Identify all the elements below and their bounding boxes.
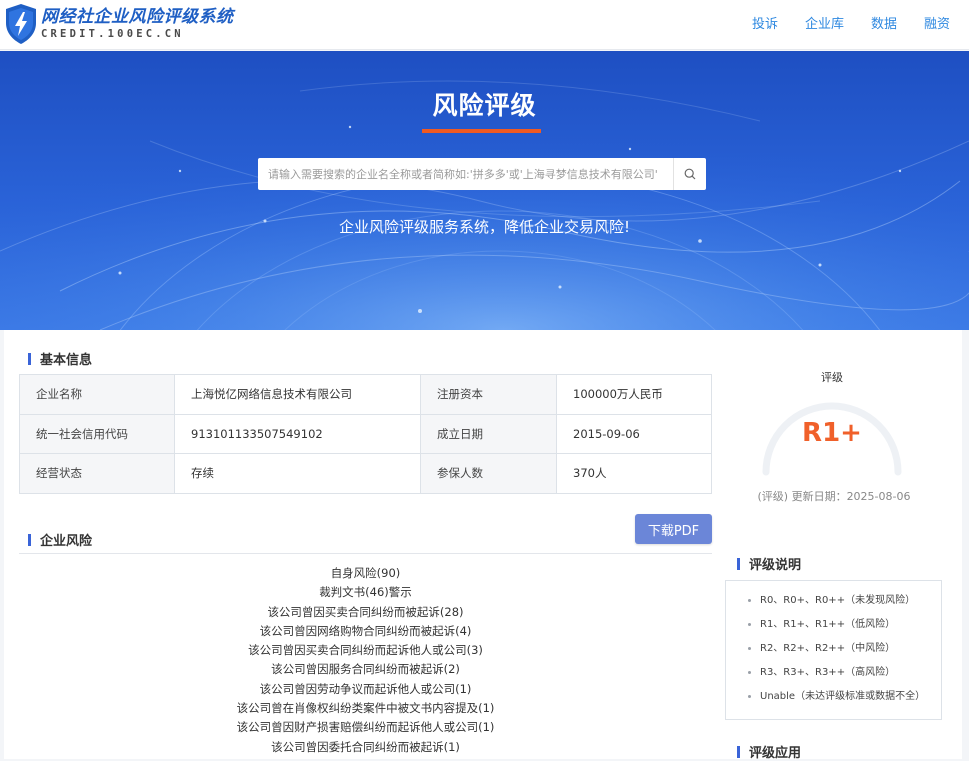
legend-item-label: R2、R2+、R2++（中风险）: [760, 643, 896, 654]
hero-subtitle: 企业风险评级服务系统，降低企业交易风险!: [338, 218, 630, 236]
risk-item[interactable]: 该公司曾在肖像权纠纷类案件中被文书内容提及(1): [19, 699, 712, 718]
legend-item: R3、R3+、R3++（高风险）: [726, 663, 941, 687]
page-title: 风险评级: [432, 91, 537, 120]
rating-application-heading: 评级应用: [737, 742, 801, 761]
nav-data[interactable]: 数据: [871, 13, 897, 32]
nav-financing[interactable]: 融资: [924, 13, 950, 32]
rating-update-date: (评级) 更新日期：2025-08-06: [757, 490, 911, 503]
rating-label: 评级: [821, 371, 843, 384]
shield-logo-icon: [6, 4, 36, 44]
legend-item-label: R3、R3+、R3++（高风险）: [760, 667, 896, 678]
risk-item[interactable]: 自身风险(90): [19, 564, 712, 583]
table-value: 上海悦亿网络信息技术有限公司: [174, 374, 421, 415]
heading-accent-bar: [737, 745, 740, 758]
risk-item[interactable]: 该公司曾因买卖合同纠纷而起诉他人或公司(3): [19, 641, 712, 660]
table-label: 成立日期: [420, 413, 557, 454]
legend-item-label: Unable（未达评级标准或数据不全）: [760, 691, 926, 702]
search-input[interactable]: [258, 158, 673, 190]
main-content: 基本信息 企业名称 上海悦亿网络信息技术有限公司 注册资本 100000万人民币…: [4, 330, 962, 761]
risk-list: 自身风险(90) 裁判文书(46)警示 该公司曾因买卖合同纠纷而被起诉(28) …: [19, 564, 712, 757]
table-label: 注册资本: [420, 374, 557, 415]
rating-legend: R0、R0+、R0++（未发现风险） R1、R1+、R1++（低风险） R2、R…: [725, 580, 942, 720]
table-value: 2015-09-06: [556, 413, 712, 454]
heading-accent-bar: [28, 533, 31, 546]
legend-item-label: R0、R0+、R0++（未发现风险）: [760, 595, 916, 606]
table-label: 经营状态: [19, 453, 175, 494]
legend-item: Unable（未达评级标准或数据不全）: [726, 687, 941, 711]
table-value: 370人: [556, 453, 712, 494]
site-logo[interactable]: 网经社企业风险评级系统 CREDIT.100EC.CN: [4, 3, 234, 45]
nav-company-library[interactable]: 企业库: [805, 13, 844, 32]
rating-explanation-title: 评级说明: [749, 558, 802, 573]
risk-item[interactable]: 该公司曾因委托合同纠纷而被起诉(1): [19, 738, 712, 757]
table-label: 企业名称: [19, 374, 175, 415]
table-value: 存续: [174, 453, 421, 494]
table-label: 统一社会信用代码: [19, 413, 175, 454]
risk-item[interactable]: 裁判文书(46)警示: [19, 583, 712, 602]
logo-title: 网经社企业风险评级系统: [41, 6, 234, 27]
nav-complaint[interactable]: 投诉: [752, 13, 778, 32]
table-row: 统一社会信用代码 913101133507549102 成立日期 2015-09…: [19, 413, 712, 454]
hero-banner: 风险评级 企业风险评级服务系统，降低企业交易风险!: [0, 51, 969, 330]
basic-info-heading: 基本信息: [28, 349, 92, 368]
legend-item: R0、R0+、R0++（未发现风险）: [726, 591, 941, 615]
section-divider: [19, 553, 712, 554]
logo-domain: CREDIT.100EC.CN: [41, 27, 184, 40]
risk-item[interactable]: 该公司曾因买卖合同纠纷而被起诉(28): [19, 603, 712, 622]
heading-accent-bar: [737, 557, 740, 570]
table-value: 913101133507549102: [174, 413, 421, 454]
title-underline: [422, 129, 541, 133]
table-label: 参保人数: [420, 453, 557, 494]
rating-application-title: 评级应用: [749, 746, 802, 761]
risk-item[interactable]: 该公司曾因服务合同纠纷而被起诉(2): [19, 660, 712, 679]
search-bar: [258, 158, 706, 190]
basic-info-title: 基本信息: [40, 353, 93, 368]
risk-item[interactable]: 该公司曾因劳动争议而起诉他人或公司(1): [19, 680, 712, 699]
heading-accent-bar: [28, 352, 31, 365]
search-icon: [684, 168, 696, 180]
table-value: 100000万人民币: [556, 374, 712, 415]
legend-item: R2、R2+、R2++（中风险）: [726, 639, 941, 663]
risk-item[interactable]: 该公司曾因财产损害赔偿纠纷而起诉他人或公司(1): [19, 718, 712, 737]
download-pdf-button[interactable]: 下载PDF: [635, 514, 712, 544]
table-row: 企业名称 上海悦亿网络信息技术有限公司 注册资本 100000万人民币: [19, 374, 712, 415]
legend-item-label: R1、R1+、R1++（低风险）: [760, 619, 896, 630]
rating-explanation-heading: 评级说明: [737, 554, 801, 573]
top-nav: 投诉 企业库 数据 融资: [725, 13, 950, 32]
basic-info-table: 企业名称 上海悦亿网络信息技术有限公司 注册资本 100000万人民币 统一社会…: [19, 374, 712, 494]
top-header: 网经社企业风险评级系统 CREDIT.100EC.CN 投诉 企业库 数据 融资: [0, 0, 969, 50]
enterprise-risk-heading: 企业风险: [28, 530, 92, 549]
risk-item[interactable]: 该公司曾因网络购物合同纠纷而被起诉(4): [19, 622, 712, 641]
table-row: 经营状态 存续 参保人数 370人: [19, 453, 712, 494]
search-button[interactable]: [673, 158, 706, 190]
legend-item: R1、R1+、R1++（低风险）: [726, 615, 941, 639]
enterprise-risk-title: 企业风险: [40, 534, 93, 549]
rating-value: R1+: [802, 418, 862, 448]
